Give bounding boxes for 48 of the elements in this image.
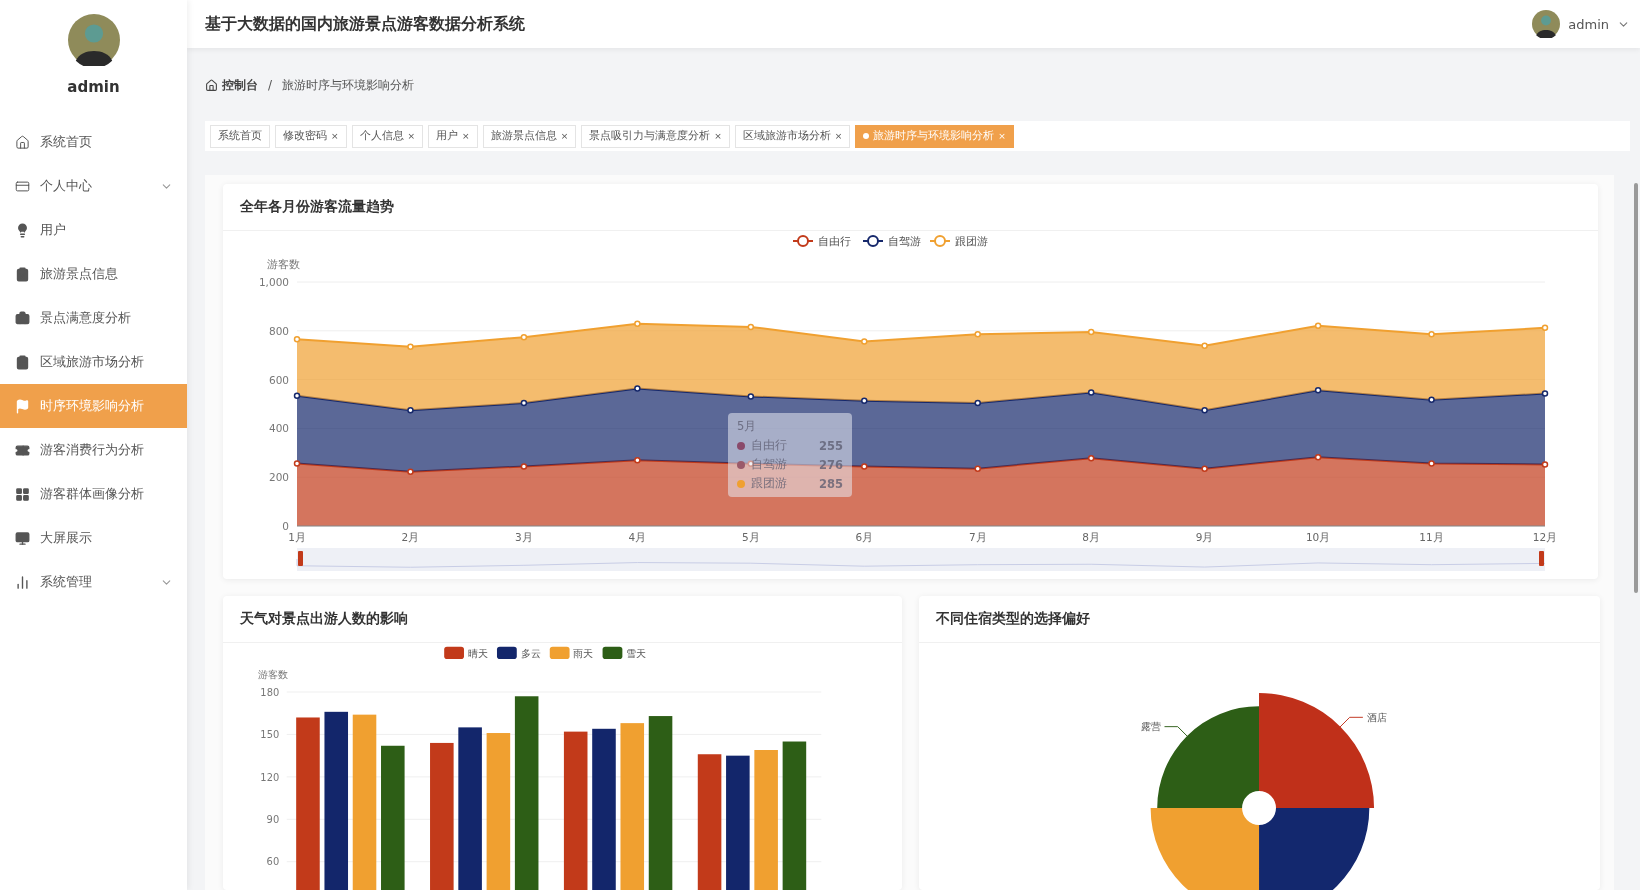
- tick-label: 5月: [741, 531, 760, 543]
- legend-label: 晴天: [467, 647, 488, 660]
- tick-label: 200: [268, 471, 289, 484]
- tick-label: 400: [268, 422, 289, 435]
- tick-label: 90: [266, 814, 280, 826]
- tick-label: 10月: [1305, 531, 1331, 543]
- tick-label: 7月: [968, 531, 987, 543]
- card-title: 全年各月份游客流量趋势: [240, 198, 394, 216]
- tooltip-value: 285: [819, 476, 843, 491]
- tooltip-series: 自由行: [751, 438, 788, 453]
- legend-label: 自驾游: [888, 235, 921, 248]
- tick-label: 11月: [1419, 531, 1444, 543]
- tick-label: 12月: [1532, 531, 1558, 543]
- tick-label: 180: [260, 686, 280, 698]
- axis-title: 游客数: [257, 668, 288, 680]
- tick-label: 8月: [1082, 531, 1101, 543]
- tooltip-value: 276: [819, 457, 843, 472]
- legend-label: 雨天: [573, 647, 594, 660]
- tick-label: 60: [266, 856, 280, 868]
- legend-label: 跟团游: [955, 235, 988, 248]
- tick-label: 9月: [1195, 531, 1214, 543]
- legend-label: 雪天: [626, 647, 647, 660]
- legend-label: 自由行: [818, 235, 851, 248]
- tick-label: 800: [268, 324, 289, 337]
- tooltip-value: 255: [819, 438, 843, 453]
- tick-label: 2月: [401, 531, 420, 543]
- axis-title: 游客数: [267, 258, 300, 270]
- legend-label: 多云: [520, 647, 541, 660]
- user-name: admin: [67, 78, 120, 96]
- breadcrumb-separator: /: [268, 78, 273, 92]
- tick-label: 1,000: [258, 276, 289, 288]
- tick-label: 150: [260, 729, 280, 741]
- tick-label: 3月: [515, 531, 533, 543]
- app-title: 基于大数据的国内旅游景点游客数据分析系统: [205, 13, 525, 35]
- tick-label: 1月: [288, 531, 306, 543]
- tick-label: 120: [260, 771, 280, 783]
- slice-label: 露营: [1140, 721, 1161, 733]
- slice-label: 酒店: [1366, 712, 1387, 724]
- card-title: 不同住宿类型的选择偏好: [936, 610, 1090, 628]
- tick-label: 4月: [628, 531, 647, 543]
- breadcrumb-current: 旅游时序与环境影响分析: [282, 76, 415, 94]
- tick-label: 0: [282, 520, 289, 532]
- tooltip-series: 跟团游: [751, 476, 788, 491]
- tooltip-title: 5月: [737, 419, 758, 434]
- tick-label: 6月: [855, 531, 874, 543]
- card-title: 天气对景点出游人数的影响: [240, 610, 408, 628]
- tooltip-series: 自驾游: [751, 457, 788, 472]
- tick-label: 600: [268, 373, 289, 386]
